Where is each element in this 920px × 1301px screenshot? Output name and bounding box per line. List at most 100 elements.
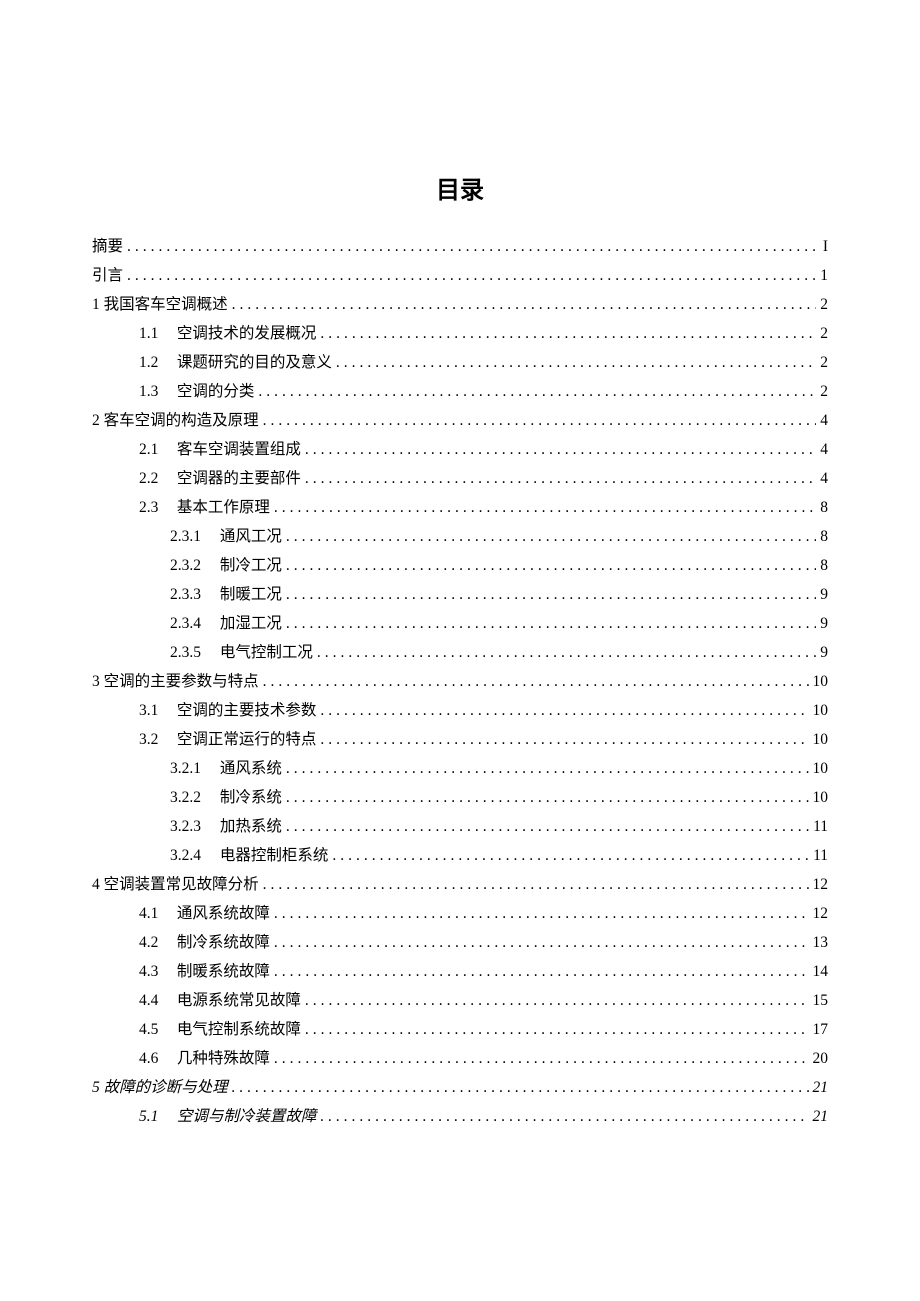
toc-leader-dots	[286, 784, 809, 813]
toc-entry: 摘要 I	[92, 233, 828, 262]
toc-entry-label: 2.3.2 制冷工况	[170, 552, 282, 581]
toc-entry-number: 5.1	[139, 1103, 173, 1132]
toc-leader-dots	[336, 349, 816, 378]
toc-leader-dots	[286, 610, 816, 639]
toc-entry-page: 10	[813, 726, 829, 755]
toc-entry-title: 通风系统故障	[177, 905, 270, 922]
toc-leader-dots	[263, 668, 809, 697]
toc-entry-number: 2.1	[139, 436, 173, 465]
toc-entry-title: 1 我国客车空调概述	[92, 296, 228, 313]
toc-entry-title: 空调器的主要部件	[177, 470, 301, 487]
toc-entry: 3.2.3 加热系统11	[92, 813, 828, 842]
toc-entry-page: 1	[820, 262, 828, 291]
toc-entry-label: 1.2 课题研究的目的及意义	[139, 349, 332, 378]
toc-entry-page: 4	[820, 465, 828, 494]
toc-entry: 3.2.2 制冷系统10	[92, 784, 828, 813]
toc-entry-number: 1.1	[139, 320, 173, 349]
toc-entry-label: 1.1 空调技术的发展概况	[139, 320, 316, 349]
toc-entry-label: 2.3 基本工作原理	[139, 494, 270, 523]
toc-leader-dots	[263, 871, 809, 900]
toc-entry-number: 1.2	[139, 349, 173, 378]
toc-entry: 引言1	[92, 262, 828, 291]
toc-entry-page: 10	[813, 697, 829, 726]
toc-entry-title: 电气控制系统故障	[177, 1021, 301, 1038]
toc-leader-dots	[317, 639, 816, 668]
toc-entry-page: 2	[820, 378, 828, 407]
toc-leader-dots	[320, 697, 808, 726]
toc-entry-label: 2 客车空调的构造及原理	[92, 407, 259, 436]
toc-entry-page: 2	[820, 349, 828, 378]
toc-entry-title: 加湿工况	[220, 615, 282, 632]
toc-entry: 4.2 制冷系统故障 13	[92, 929, 828, 958]
toc-leader-dots	[274, 494, 816, 523]
toc-leader-dots	[274, 929, 809, 958]
toc-entry-page: 8	[820, 494, 828, 523]
toc-entry-label: 4.5 电气控制系统故障	[139, 1016, 301, 1045]
toc-entry-title: 电器控制柜系统	[220, 847, 329, 864]
toc-entry-number: 3.2.1	[170, 755, 216, 784]
toc-leader-dots	[332, 842, 809, 871]
toc-entry-title: 制冷系统故障	[177, 934, 270, 951]
toc-entry: 4.5 电气控制系统故障17	[92, 1016, 828, 1045]
toc-leader-dots	[274, 1045, 809, 1074]
toc-entry-label: 2.3.1 通风工况	[170, 523, 282, 552]
toc-entry-title: 加热系统	[220, 818, 282, 835]
toc-entry-title: 制冷工况	[220, 557, 282, 574]
toc-entry-label: 3.1 空调的主要技术参数	[139, 697, 316, 726]
toc-entry-number: 4.3	[139, 958, 173, 987]
toc-entry-label: 4.1 通风系统故障	[139, 900, 270, 929]
toc-entry: 4 空调装置常见故障分析12	[92, 871, 828, 900]
toc-entry-title: 2 客车空调的构造及原理	[92, 412, 259, 429]
toc-entry-page: 9	[820, 639, 828, 668]
toc-entry-page: 8	[820, 552, 828, 581]
toc-entry-title: 电源系统常见故障	[177, 992, 301, 1009]
toc-leader-dots	[305, 987, 809, 1016]
toc-entry-page: 10	[813, 668, 829, 697]
toc-entry-number: 3.2.4	[170, 842, 216, 871]
toc-entry-label: 2.3.5 电气控制工况	[170, 639, 313, 668]
toc-entry-number: 4.5	[139, 1016, 173, 1045]
toc-leader-dots	[127, 233, 819, 262]
toc-leader-dots	[305, 436, 816, 465]
toc-entry-label: 1.3 空调的分类	[139, 378, 254, 407]
toc-entry-page: 21	[813, 1074, 829, 1103]
toc-leader-dots	[232, 291, 817, 320]
toc-entry-page: 8	[820, 523, 828, 552]
toc-entry-number: 1.3	[139, 378, 173, 407]
toc-entry-number: 3.2.2	[170, 784, 216, 813]
toc-entry-page: 2	[820, 291, 828, 320]
toc-entry: 4.1 通风系统故障12	[92, 900, 828, 929]
toc-entry: 1.3 空调的分类 2	[92, 378, 828, 407]
toc-entry-title: 电气控制工况	[220, 644, 313, 661]
toc-entry-label: 3.2.2 制冷系统	[170, 784, 282, 813]
toc-entry-page: 9	[820, 581, 828, 610]
toc-entry-page: 10	[813, 755, 829, 784]
toc-entry-label: 5 故障的诊断与处理	[92, 1074, 228, 1103]
toc-entry-title: 几种特殊故障	[177, 1050, 270, 1067]
toc-entry: 2.2 空调器的主要部件4	[92, 465, 828, 494]
toc-leader-dots	[320, 1103, 808, 1132]
toc-entry-page: I	[823, 233, 828, 262]
toc-leader-dots	[258, 378, 816, 407]
toc-entry-label: 4.2 制冷系统故障	[139, 929, 270, 958]
toc-entry-number: 4.6	[139, 1045, 173, 1074]
toc-entry-title: 客车空调装置组成	[177, 441, 301, 458]
toc-entry-label: 摘要	[92, 233, 123, 262]
toc-entry-number: 3.2.3	[170, 813, 216, 842]
toc-entry: 3.1 空调的主要技术参数 10	[92, 697, 828, 726]
toc-entry-title: 5 故障的诊断与处理	[92, 1079, 228, 1096]
toc-entry-label: 2.3.3 制暖工况	[170, 581, 282, 610]
toc-entry: 4.6 几种特殊故障20	[92, 1045, 828, 1074]
toc-leader-dots	[286, 581, 816, 610]
toc-leader-dots	[274, 958, 809, 987]
toc-entry-title: 通风系统	[220, 760, 282, 777]
toc-entry-page: 13	[813, 929, 829, 958]
toc-entry: 2.3.5 电气控制工况 9	[92, 639, 828, 668]
toc-entry-label: 4 空调装置常见故障分析	[92, 871, 259, 900]
toc-entry-title: 空调与制冷装置故障	[177, 1108, 317, 1125]
toc-entry: 2.3.3 制暖工况 9	[92, 581, 828, 610]
toc-entry-page: 4	[820, 436, 828, 465]
toc-entry-label: 1 我国客车空调概述	[92, 291, 228, 320]
toc-entry: 2.3 基本工作原理 8	[92, 494, 828, 523]
toc-entry-label: 4.6 几种特殊故障	[139, 1045, 270, 1074]
